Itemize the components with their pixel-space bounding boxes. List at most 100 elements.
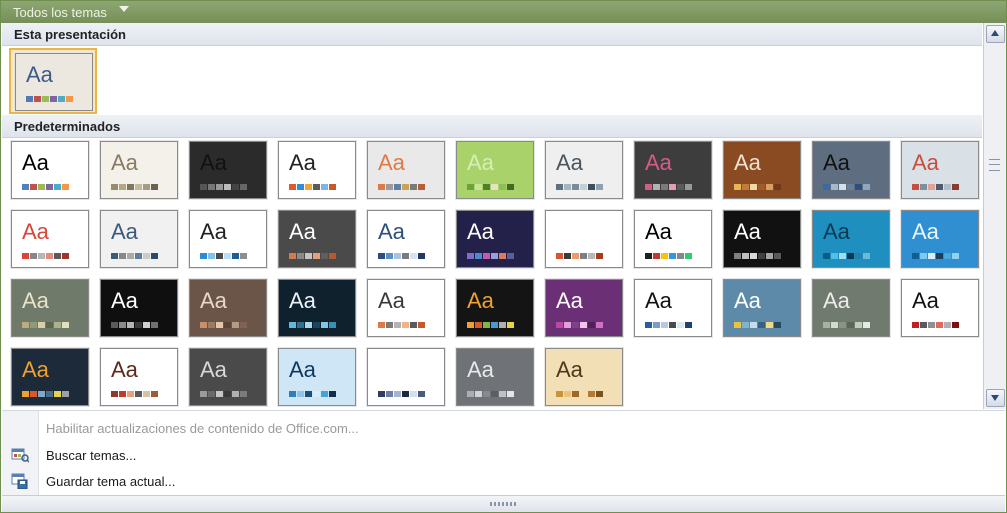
- theme-thumbnail[interactable]: Aa: [456, 348, 534, 406]
- color-swatch: [839, 184, 846, 190]
- theme-thumbnail[interactable]: Aa: [100, 348, 178, 406]
- color-swatch: [386, 253, 393, 259]
- theme-thumbnail[interactable]: Aa: [456, 210, 534, 268]
- gallery-filter-bar[interactable]: Todos los temas: [1, 1, 1006, 23]
- color-swatch: [831, 253, 838, 259]
- theme-thumbnail[interactable]: Aa: [189, 210, 267, 268]
- theme-thumbnail[interactable]: Aa: [278, 141, 356, 199]
- theme-sample-text: Aa: [823, 288, 850, 313]
- theme-thumbnail[interactable]: Aa: [723, 279, 801, 337]
- theme-thumbnail[interactable]: Aa: [100, 141, 178, 199]
- theme-thumbnail[interactable]: Aa: [11, 348, 89, 406]
- theme-thumbnail[interactable]: Aa: [812, 141, 890, 199]
- current-theme-highlight[interactable]: Aa: [9, 48, 97, 114]
- menu-item-save-theme[interactable]: Guardar tema actual...: [46, 474, 175, 489]
- color-swatch: [46, 184, 53, 190]
- color-swatch: [30, 322, 37, 328]
- theme-thumbnail[interactable]: Aa: [11, 279, 89, 337]
- color-swatch: [758, 184, 765, 190]
- color-swatch: [297, 322, 304, 328]
- color-swatch: [127, 391, 134, 397]
- color-swatch: [216, 322, 223, 328]
- theme-thumbnail[interactable]: Aa: [11, 141, 89, 199]
- theme-thumbnail[interactable]: Aa: [100, 279, 178, 337]
- theme-sample-text: Aa: [111, 150, 138, 175]
- theme-color-swatches: [378, 391, 425, 397]
- theme-thumbnail[interactable]: Aa: [189, 141, 267, 199]
- theme-thumbnail[interactable]: Aa: [812, 279, 890, 337]
- theme-color-swatches: [912, 184, 959, 190]
- color-swatch: [556, 391, 563, 397]
- theme-thumbnail[interactable]: Aa: [812, 210, 890, 268]
- color-swatch: [208, 184, 215, 190]
- color-swatch: [653, 322, 660, 328]
- color-swatch: [920, 253, 927, 259]
- theme-thumbnail[interactable]: Aa: [278, 279, 356, 337]
- theme-thumbnail[interactable]: Aa: [901, 279, 979, 337]
- color-swatch: [936, 322, 943, 328]
- color-swatch: [863, 184, 870, 190]
- theme-thumbnail[interactable]: Aa: [189, 279, 267, 337]
- color-swatch: [952, 184, 959, 190]
- theme-sample-text: Aa: [289, 357, 316, 382]
- theme-thumbnail[interactable]: Aa: [456, 279, 534, 337]
- color-swatch: [418, 253, 425, 259]
- color-swatch: [564, 253, 571, 259]
- color-swatch: [151, 391, 158, 397]
- theme-thumbnail[interactable]: Aa: [189, 348, 267, 406]
- theme-thumbnail[interactable]: Aa: [723, 141, 801, 199]
- theme-thumbnail[interactable]: Aa: [278, 210, 356, 268]
- color-swatch: [912, 322, 919, 328]
- theme-thumbnail[interactable]: Aa: [11, 210, 89, 268]
- color-swatch: [572, 391, 579, 397]
- resize-bar[interactable]: [2, 495, 1005, 512]
- theme-thumbnail[interactable]: Aa: [545, 279, 623, 337]
- color-swatch: [119, 391, 126, 397]
- theme-sample-text: Aa: [111, 288, 138, 313]
- theme-color-swatches: [200, 253, 247, 259]
- color-swatch: [564, 184, 571, 190]
- theme-thumbnail[interactable]: Aa: [367, 348, 445, 406]
- theme-thumbnail[interactable]: Aa: [901, 141, 979, 199]
- theme-thumbnail[interactable]: Aa: [634, 210, 712, 268]
- theme-color-swatches: [22, 322, 69, 328]
- theme-thumbnail[interactable]: Aa: [278, 348, 356, 406]
- color-swatch: [240, 253, 247, 259]
- theme-thumbnail[interactable]: Aa: [367, 210, 445, 268]
- resize-grip-icon[interactable]: [490, 502, 516, 506]
- color-swatch: [394, 391, 401, 397]
- theme-color-swatches: [645, 322, 692, 328]
- theme-thumbnail[interactable]: Aa: [901, 210, 979, 268]
- theme-thumbnail[interactable]: Aa: [634, 279, 712, 337]
- theme-thumbnail[interactable]: Aa: [367, 279, 445, 337]
- theme-thumbnail[interactable]: Aa: [634, 141, 712, 199]
- current-theme-thumbnail[interactable]: Aa: [15, 53, 93, 111]
- vertical-scrollbar[interactable]: [983, 23, 1006, 409]
- dropdown-arrow-icon[interactable]: [119, 6, 129, 12]
- theme-thumbnail[interactable]: Aa: [723, 210, 801, 268]
- scroll-thumb-grip[interactable]: [989, 159, 1000, 171]
- color-swatch: [410, 253, 417, 259]
- theme-sample-text: Aa: [200, 357, 227, 382]
- scroll-down-button[interactable]: [986, 389, 1005, 407]
- theme-thumbnail[interactable]: Aa: [545, 210, 623, 268]
- filter-label[interactable]: Todos los temas: [13, 5, 107, 20]
- theme-thumbnail[interactable]: Aa: [100, 210, 178, 268]
- color-swatch: [38, 322, 45, 328]
- theme-thumbnail[interactable]: Aa: [545, 348, 623, 406]
- menu-item-browse-themes[interactable]: Buscar temas...: [46, 448, 136, 463]
- color-swatch: [151, 184, 158, 190]
- color-swatch: [329, 322, 336, 328]
- color-swatch: [305, 184, 312, 190]
- theme-color-swatches: [289, 184, 336, 190]
- color-swatch: [750, 322, 757, 328]
- theme-thumbnail[interactable]: Aa: [367, 141, 445, 199]
- scroll-up-button[interactable]: [986, 25, 1005, 43]
- theme-color-swatches: [645, 253, 692, 259]
- theme-thumbnail[interactable]: Aa: [456, 141, 534, 199]
- color-swatch: [62, 184, 69, 190]
- color-swatch: [46, 391, 53, 397]
- color-swatch: [766, 253, 773, 259]
- color-swatch: [596, 322, 603, 328]
- theme-thumbnail[interactable]: Aa: [545, 141, 623, 199]
